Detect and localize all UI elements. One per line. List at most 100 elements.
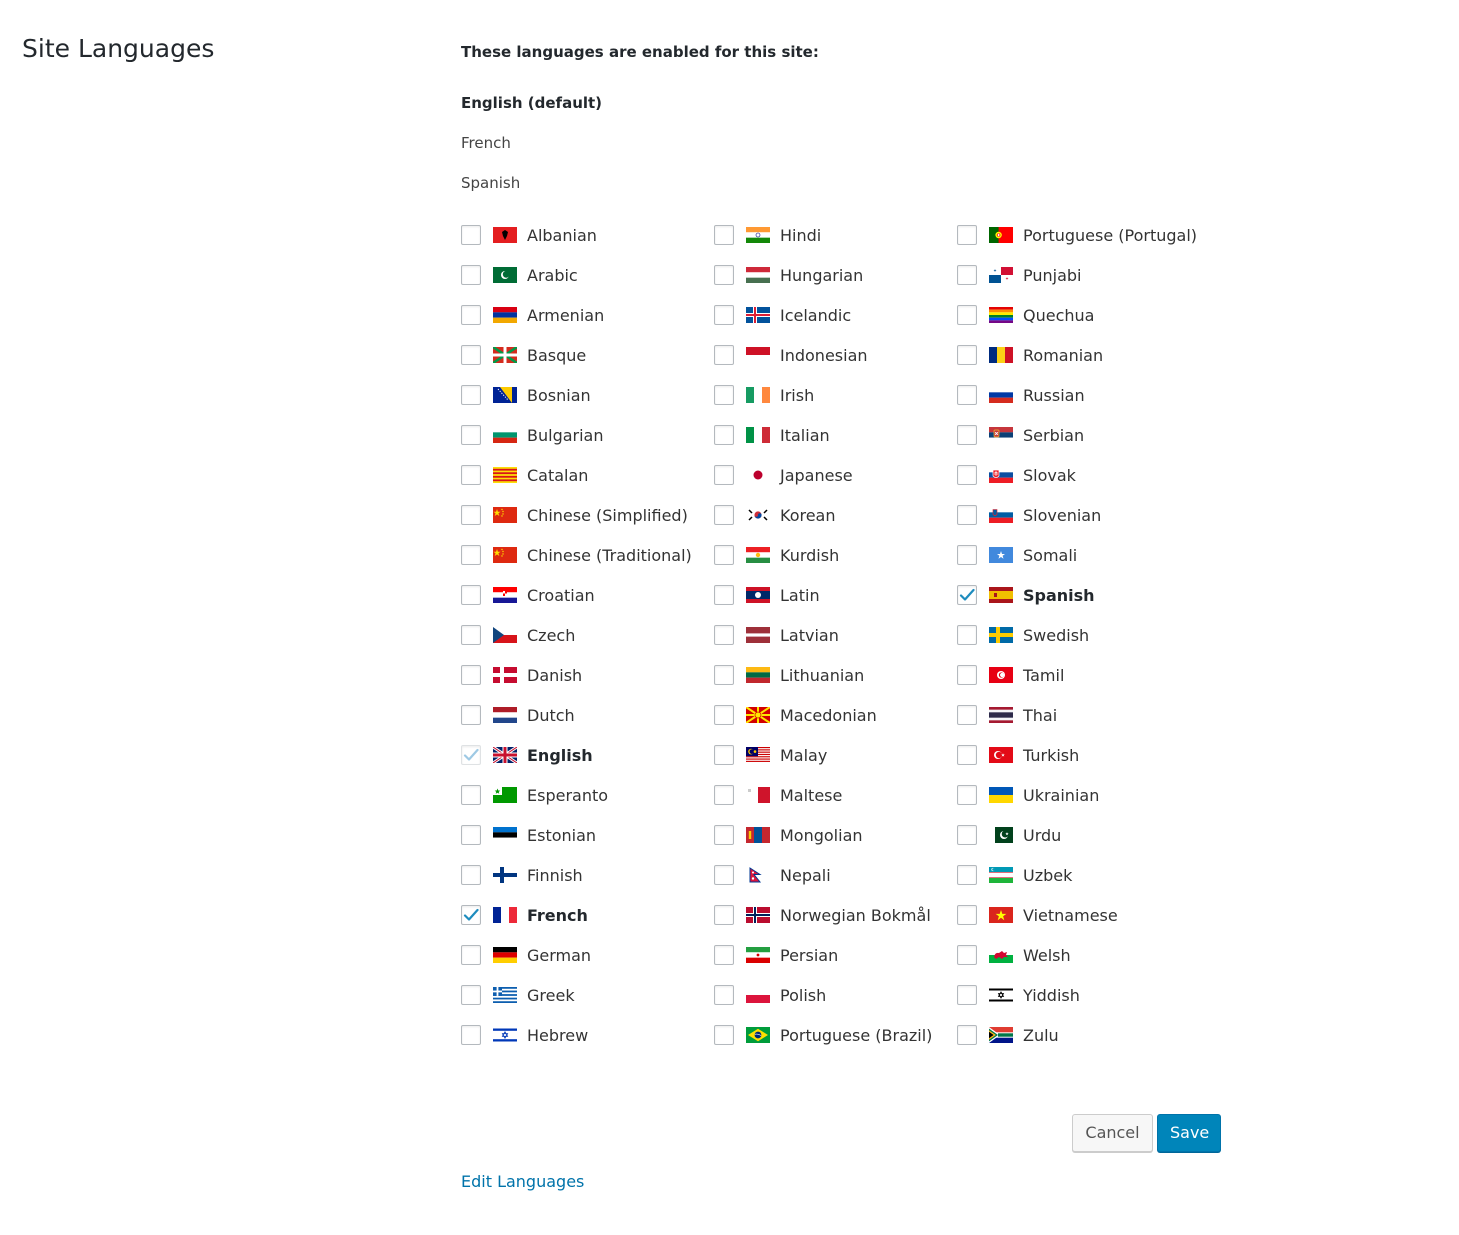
language-checkbox[interactable] [957, 425, 977, 445]
language-checkbox[interactable] [714, 865, 734, 885]
language-option-dutch[interactable]: Dutch [461, 695, 692, 735]
language-checkbox[interactable] [714, 985, 734, 1005]
language-option-latvian[interactable]: Latvian [714, 615, 932, 655]
language-checkbox[interactable] [957, 585, 977, 605]
language-checkbox[interactable] [957, 385, 977, 405]
language-checkbox[interactable] [714, 465, 734, 485]
language-checkbox[interactable] [461, 985, 481, 1005]
language-checkbox[interactable] [957, 265, 977, 285]
language-checkbox[interactable] [714, 305, 734, 325]
language-option-punjabi[interactable]: Punjabi [957, 255, 1197, 295]
language-checkbox[interactable] [461, 585, 481, 605]
language-checkbox[interactable] [957, 785, 977, 805]
language-option-greek[interactable]: Greek [461, 975, 692, 1015]
language-checkbox[interactable] [957, 345, 977, 365]
language-option-persian[interactable]: Persian [714, 935, 932, 975]
language-option-tamil[interactable]: Tamil [957, 655, 1197, 695]
language-option-ukrainian[interactable]: Ukrainian [957, 775, 1197, 815]
language-checkbox[interactable] [714, 425, 734, 445]
language-option-english[interactable]: English [461, 735, 692, 775]
language-checkbox[interactable] [461, 345, 481, 365]
language-option-quechua[interactable]: Quechua [957, 295, 1197, 335]
language-option-nepali[interactable]: Nepali [714, 855, 932, 895]
language-checkbox[interactable] [957, 545, 977, 565]
language-option-norwegian-bokm-l[interactable]: Norwegian Bokmål [714, 895, 932, 935]
language-option-zulu[interactable]: Zulu [957, 1015, 1197, 1055]
language-option-french[interactable]: French [461, 895, 692, 935]
language-option-uzbek[interactable]: Uzbek [957, 855, 1197, 895]
language-checkbox[interactable] [461, 1025, 481, 1045]
language-checkbox[interactable] [461, 545, 481, 565]
language-option-bosnian[interactable]: Bosnian [461, 375, 692, 415]
language-option-armenian[interactable]: Armenian [461, 295, 692, 335]
language-checkbox[interactable] [461, 505, 481, 525]
language-checkbox[interactable] [461, 225, 481, 245]
language-checkbox[interactable] [461, 905, 481, 925]
language-checkbox[interactable] [461, 865, 481, 885]
language-option-chinese-traditional[interactable]: Chinese (Traditional) [461, 535, 692, 575]
edit-languages-link[interactable]: Edit Languages [461, 1172, 584, 1191]
language-option-serbian[interactable]: Serbian [957, 415, 1197, 455]
language-option-lithuanian[interactable]: Lithuanian [714, 655, 932, 695]
language-option-maltese[interactable]: Maltese [714, 775, 932, 815]
language-option-indonesian[interactable]: Indonesian [714, 335, 932, 375]
language-checkbox[interactable] [957, 905, 977, 925]
language-option-japanese[interactable]: Japanese [714, 455, 932, 495]
language-option-portuguese-brazil[interactable]: Portuguese (Brazil) [714, 1015, 932, 1055]
language-option-portuguese-portugal[interactable]: Portuguese (Portugal) [957, 215, 1197, 255]
language-option-danish[interactable]: Danish [461, 655, 692, 695]
language-option-romanian[interactable]: Romanian [957, 335, 1197, 375]
language-option-finnish[interactable]: Finnish [461, 855, 692, 895]
language-checkbox[interactable] [461, 945, 481, 965]
language-checkbox[interactable] [957, 465, 977, 485]
language-option-arabic[interactable]: Arabic [461, 255, 692, 295]
language-checkbox[interactable] [461, 465, 481, 485]
language-checkbox[interactable] [461, 625, 481, 645]
language-option-welsh[interactable]: Welsh [957, 935, 1197, 975]
language-option-hindi[interactable]: Hindi [714, 215, 932, 255]
language-checkbox[interactable] [957, 865, 977, 885]
language-option-russian[interactable]: Russian [957, 375, 1197, 415]
language-checkbox[interactable] [957, 505, 977, 525]
language-option-polish[interactable]: Polish [714, 975, 932, 1015]
language-option-somali[interactable]: Somali [957, 535, 1197, 575]
language-option-irish[interactable]: Irish [714, 375, 932, 415]
language-checkbox[interactable] [461, 665, 481, 685]
language-option-basque[interactable]: Basque [461, 335, 692, 375]
language-checkbox[interactable] [461, 305, 481, 325]
language-checkbox[interactable] [714, 545, 734, 565]
language-checkbox[interactable] [714, 1025, 734, 1045]
language-checkbox[interactable] [714, 265, 734, 285]
language-option-mongolian[interactable]: Mongolian [714, 815, 932, 855]
language-checkbox[interactable] [714, 225, 734, 245]
language-checkbox[interactable] [714, 905, 734, 925]
language-checkbox[interactable] [461, 785, 481, 805]
language-checkbox[interactable] [957, 305, 977, 325]
language-option-catalan[interactable]: Catalan [461, 455, 692, 495]
language-option-albanian[interactable]: Albanian [461, 215, 692, 255]
language-option-slovenian[interactable]: Slovenian [957, 495, 1197, 535]
language-option-thai[interactable]: Thai [957, 695, 1197, 735]
language-option-malay[interactable]: Malay [714, 735, 932, 775]
language-checkbox[interactable] [714, 385, 734, 405]
language-checkbox[interactable] [957, 945, 977, 965]
language-option-korean[interactable]: Korean [714, 495, 932, 535]
language-option-vietnamese[interactable]: Vietnamese [957, 895, 1197, 935]
language-option-czech[interactable]: Czech [461, 615, 692, 655]
language-checkbox[interactable] [714, 585, 734, 605]
language-option-latin[interactable]: Latin [714, 575, 932, 615]
language-checkbox[interactable] [714, 945, 734, 965]
language-checkbox[interactable] [957, 665, 977, 685]
language-checkbox[interactable] [714, 745, 734, 765]
cancel-button[interactable]: Cancel [1072, 1114, 1153, 1152]
language-option-hungarian[interactable]: Hungarian [714, 255, 932, 295]
language-checkbox[interactable] [461, 425, 481, 445]
language-option-bulgarian[interactable]: Bulgarian [461, 415, 692, 455]
language-option-urdu[interactable]: Urdu [957, 815, 1197, 855]
language-checkbox[interactable] [957, 985, 977, 1005]
language-checkbox[interactable] [714, 705, 734, 725]
language-option-slovak[interactable]: Slovak [957, 455, 1197, 495]
language-option-yiddish[interactable]: Yiddish [957, 975, 1197, 1015]
language-checkbox[interactable] [461, 825, 481, 845]
language-option-spanish[interactable]: Spanish [957, 575, 1197, 615]
